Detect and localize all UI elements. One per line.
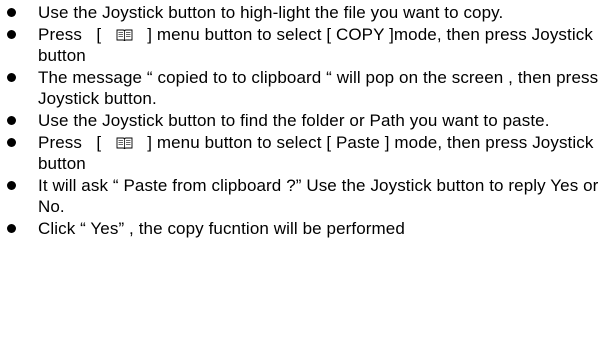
instruction-text-before: Press [ [38, 133, 102, 152]
list-item: Click “ Yes” , the copy fucntion will be… [0, 218, 609, 239]
bullet-icon [7, 30, 16, 39]
bullet-icon [7, 116, 16, 125]
menu-book-icon [116, 28, 133, 42]
bullet-icon [7, 181, 16, 190]
bullet-icon [7, 73, 16, 82]
menu-book-icon [116, 136, 133, 150]
list-item: The message “ copied to to clipboard “ w… [0, 67, 609, 109]
instruction-text: Use the Joystick button to high-light th… [38, 3, 504, 22]
instruction-text: The message “ copied to to clipboard “ w… [38, 68, 599, 108]
list-item: Use the Joystick button to high-light th… [0, 2, 609, 23]
instruction-text-before: Press [ [38, 25, 102, 44]
bullet-icon [7, 224, 16, 233]
instruction-text: Click “ Yes” , the copy fucntion will be… [38, 219, 405, 238]
instruction-text: It will ask “ Paste from clipboard ?” Us… [38, 176, 599, 216]
instruction-text: Use the Joystick button to find the fold… [38, 111, 550, 130]
list-item: It will ask “ Paste from clipboard ?” Us… [0, 175, 609, 217]
bullet-icon [7, 138, 16, 147]
list-item: Press [ ] menu button to select [ Paste … [0, 132, 609, 174]
list-item: Use the Joystick button to find the fold… [0, 110, 609, 131]
bullet-icon [7, 8, 16, 17]
list-item: Press [ ] menu button to select [ COPY ]… [0, 24, 609, 66]
instruction-list: Use the Joystick button to high-light th… [0, 2, 609, 240]
